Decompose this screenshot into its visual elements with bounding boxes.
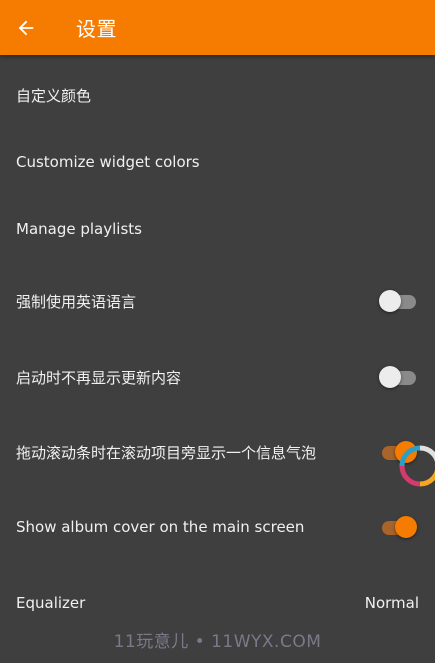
setting-album-cover[interactable]: Show album cover on the main screen	[0, 499, 435, 555]
toggle-thumb	[379, 290, 401, 312]
setting-label: Manage playlists	[16, 220, 142, 238]
setting-label: 启动时不再显示更新内容	[16, 368, 182, 387]
back-button[interactable]	[0, 0, 52, 55]
force-english-toggle[interactable]	[379, 289, 417, 313]
setting-label: 自定义颜色	[16, 86, 92, 105]
setting-widget-colors[interactable]: Customize widget colors	[0, 136, 435, 188]
page-title: 设置	[76, 17, 117, 41]
hide-whats-new-toggle[interactable]	[379, 365, 417, 389]
setting-label: Customize widget colors	[16, 153, 200, 171]
album-cover-toggle[interactable]	[379, 515, 417, 539]
setting-label: 强制使用英语语言	[16, 292, 137, 311]
app-toolbar: 设置	[0, 0, 435, 55]
setting-scroll-bubble[interactable]: 拖动滚动条时在滚动项目旁显示一个信息气泡	[0, 424, 435, 480]
setting-equalizer[interactable]: Equalizer Normal	[0, 575, 435, 631]
toggle-thumb	[395, 516, 417, 538]
setting-manage-playlists[interactable]: Manage playlists	[0, 203, 435, 255]
toggle-thumb	[379, 366, 401, 388]
settings-screen: 设置 自定义颜色 Customize widget colors Manage …	[0, 0, 435, 663]
watermark: 11玩意儿 • 11WYX.COM	[113, 632, 322, 652]
setting-label: Equalizer	[16, 594, 86, 612]
setting-label: 拖动滚动条时在滚动项目旁显示一个信息气泡	[16, 443, 317, 462]
equalizer-value: Normal	[364, 594, 419, 612]
loading-spinner-icon	[399, 445, 435, 487]
setting-hide-whats-new[interactable]: 启动时不再显示更新内容	[0, 349, 435, 405]
setting-custom-colors[interactable]: 自定义颜色	[0, 69, 435, 121]
setting-label: Show album cover on the main screen	[16, 518, 305, 536]
arrow-left-icon	[18, 20, 34, 35]
setting-force-english[interactable]: 强制使用英语语言	[0, 273, 435, 329]
